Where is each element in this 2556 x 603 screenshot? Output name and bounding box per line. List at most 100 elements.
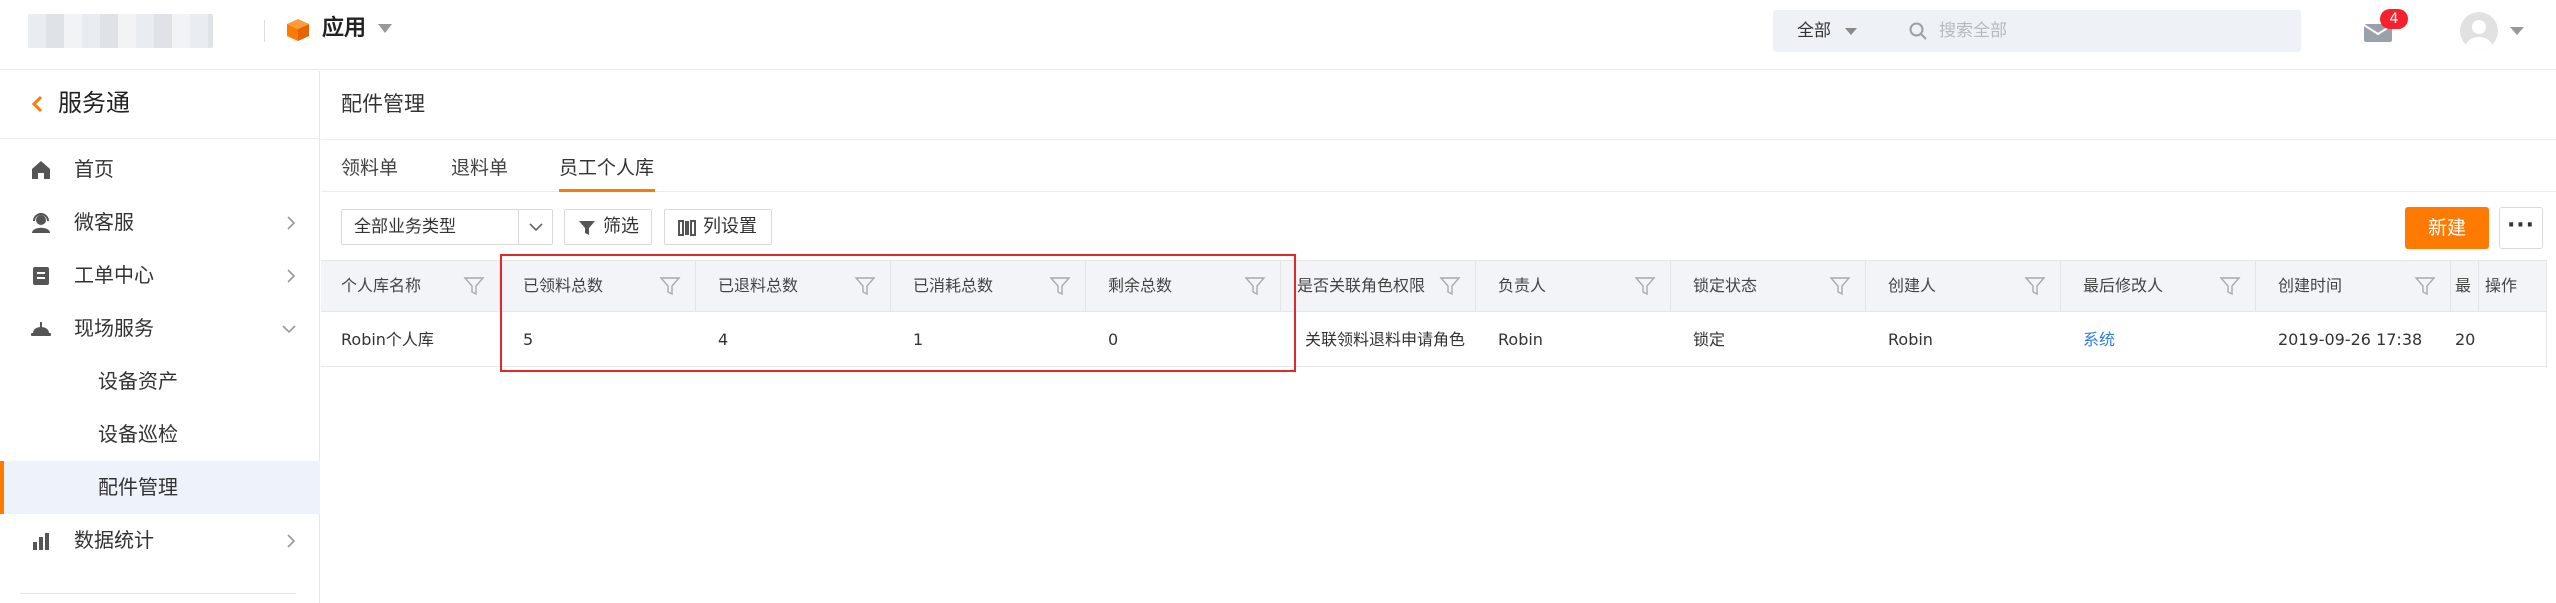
column-settings-button[interactable]: 列设置: [664, 209, 772, 245]
table-cell: 关联领料退料申请角色: [1305, 330, 1466, 349]
column-header-label: 创建人: [1888, 276, 1937, 295]
bar-chart-icon: [33, 533, 49, 550]
business-type-value: 全部业务类型: [354, 217, 456, 237]
sidebar-item-field-service[interactable]: 现场服务: [0, 302, 320, 355]
table-cell: 20: [2455, 330, 2476, 349]
sidebar-subitem-parts-management[interactable]: 配件管理: [0, 461, 320, 514]
global-search: 全部: [1773, 10, 2301, 52]
table-cell: Robin: [1888, 330, 1933, 349]
top-bar: 应用 全部 4: [0, 0, 2556, 70]
customer-service-icon: [32, 213, 50, 233]
column-header[interactable]: 是否关联角色权限: [1281, 261, 1476, 311]
column-header[interactable]: 最: [2451, 261, 2479, 311]
table-cell: Robin: [1498, 330, 1543, 349]
column-header[interactable]: 创建时间: [2256, 261, 2451, 311]
user-avatar[interactable]: [2460, 12, 2498, 50]
table-cell-link[interactable]: 系统: [2083, 313, 2253, 367]
funnel-icon: [579, 221, 595, 235]
sidebar-item-label: 首页: [74, 157, 114, 181]
search-scope-select[interactable]: 全部: [1797, 10, 1831, 52]
chevron-right-icon: [287, 269, 296, 283]
sidebar-header: 服务通: [0, 71, 320, 139]
sidebar-title: 服务通: [58, 89, 130, 117]
column-header-label: 是否关联角色权限: [1297, 276, 1426, 295]
app-switcher-label[interactable]: 应用: [322, 13, 366, 45]
active-tab-indicator: [559, 189, 655, 192]
column-filter-icon[interactable]: [1634, 276, 1656, 296]
column-header-label: 负责人: [1498, 276, 1547, 295]
column-filter-icon[interactable]: [2024, 276, 2046, 296]
chevron-down-icon[interactable]: [2510, 27, 2524, 35]
sidebar-item-label: 微客服: [74, 210, 134, 234]
chevron-down-icon: [529, 223, 543, 232]
column-filter-icon[interactable]: [2414, 276, 2436, 296]
tab-requisition[interactable]: 领料单: [341, 153, 398, 183]
tab-employee-inventory[interactable]: 员工个人库: [559, 153, 654, 183]
back-arrow-icon[interactable]: [30, 94, 44, 114]
notification-badge: 4: [2380, 9, 2408, 29]
column-header-label: 个人库名称: [341, 276, 422, 295]
sidebar-item-home[interactable]: 首页: [0, 143, 320, 196]
cube-icon: [287, 19, 309, 41]
search-input[interactable]: [1939, 15, 2279, 47]
divider: [321, 191, 2556, 192]
table-cell: 2019-09-26 17:38: [2278, 330, 2423, 349]
tab-return[interactable]: 退料单: [451, 153, 508, 183]
sidebar-subitem-equipment-assets[interactable]: 设备资产: [0, 355, 320, 408]
helmet-icon: [31, 322, 51, 336]
columns-icon: [678, 220, 696, 236]
column-header-label: 操作: [2485, 276, 2518, 295]
sidebar-subitem-label: 设备巡检: [98, 422, 178, 446]
new-button[interactable]: 新建: [2405, 207, 2489, 249]
column-filter-icon[interactable]: [1829, 276, 1851, 296]
filter-label: 筛选: [603, 216, 639, 237]
sidebar-item-customer-service[interactable]: 微客服: [0, 196, 320, 249]
chevron-down-icon[interactable]: [1845, 28, 1857, 35]
column-header[interactable]: 创建人: [1866, 261, 2061, 311]
sidebar-item-statistics[interactable]: 数据统计: [0, 514, 320, 567]
divider: [264, 20, 265, 42]
column-header-label: 创建时间: [2278, 276, 2343, 295]
column-header-label: 最: [2455, 276, 2472, 295]
sidebar-subitem-label: 设备资产: [98, 369, 178, 393]
column-filter-icon[interactable]: [1439, 276, 1461, 296]
table-cell: 锁定: [1693, 330, 1726, 349]
highlight-annotation-box: [500, 254, 1296, 372]
column-header[interactable]: 最后修改人: [2061, 261, 2256, 311]
page-title: 配件管理: [341, 92, 425, 116]
column-header-label: 最后修改人: [2083, 276, 2164, 295]
divider: [20, 593, 296, 594]
sidebar-subitem-label: 配件管理: [98, 475, 178, 499]
sidebar: 服务通 首页 微客服 工单中心 现场服务 设备资产 设备巡检 配件管理 数据统计: [0, 71, 320, 603]
chevron-right-icon: [287, 216, 296, 230]
column-header[interactable]: 个人库名称: [321, 261, 500, 311]
column-header[interactable]: 锁定状态: [1671, 261, 1866, 311]
chevron-down-icon[interactable]: [378, 24, 392, 33]
column-header-label: 锁定状态: [1693, 276, 1758, 295]
sidebar-item-label: 现场服务: [74, 316, 154, 340]
ticket-icon: [33, 267, 49, 285]
more-icon: ···: [2506, 213, 2536, 238]
column-filter-icon[interactable]: [2219, 276, 2241, 296]
column-settings-label: 列设置: [703, 216, 757, 237]
more-button[interactable]: ···: [2499, 207, 2543, 249]
divider: [321, 139, 2556, 140]
column-filter-icon[interactable]: [463, 276, 485, 296]
divider: [518, 210, 519, 244]
table-cell: Robin个人库: [341, 330, 434, 349]
column-header[interactable]: 负责人: [1476, 261, 1671, 311]
user-icon: [2466, 20, 2492, 50]
main-content: 配件管理 领料单 退料单 员工个人库 全部业务类型 筛选 列设置 新建 ··· …: [321, 71, 2556, 603]
sidebar-item-ticket-center[interactable]: 工单中心: [0, 249, 320, 302]
sidebar-subitem-equipment-inspection[interactable]: 设备巡检: [0, 408, 320, 461]
sidebar-item-label: 数据统计: [74, 528, 154, 552]
table-fixed-column-edge: [2546, 260, 2556, 368]
sidebar-item-label: 工单中心: [74, 263, 154, 287]
column-header: 操作: [2479, 261, 2546, 311]
business-type-select[interactable]: 全部业务类型: [341, 209, 553, 245]
filter-button[interactable]: 筛选: [564, 209, 652, 245]
chevron-right-icon: [287, 534, 296, 548]
chevron-down-icon: [282, 325, 296, 334]
company-logo[interactable]: [28, 14, 213, 48]
home-icon: [32, 161, 50, 179]
